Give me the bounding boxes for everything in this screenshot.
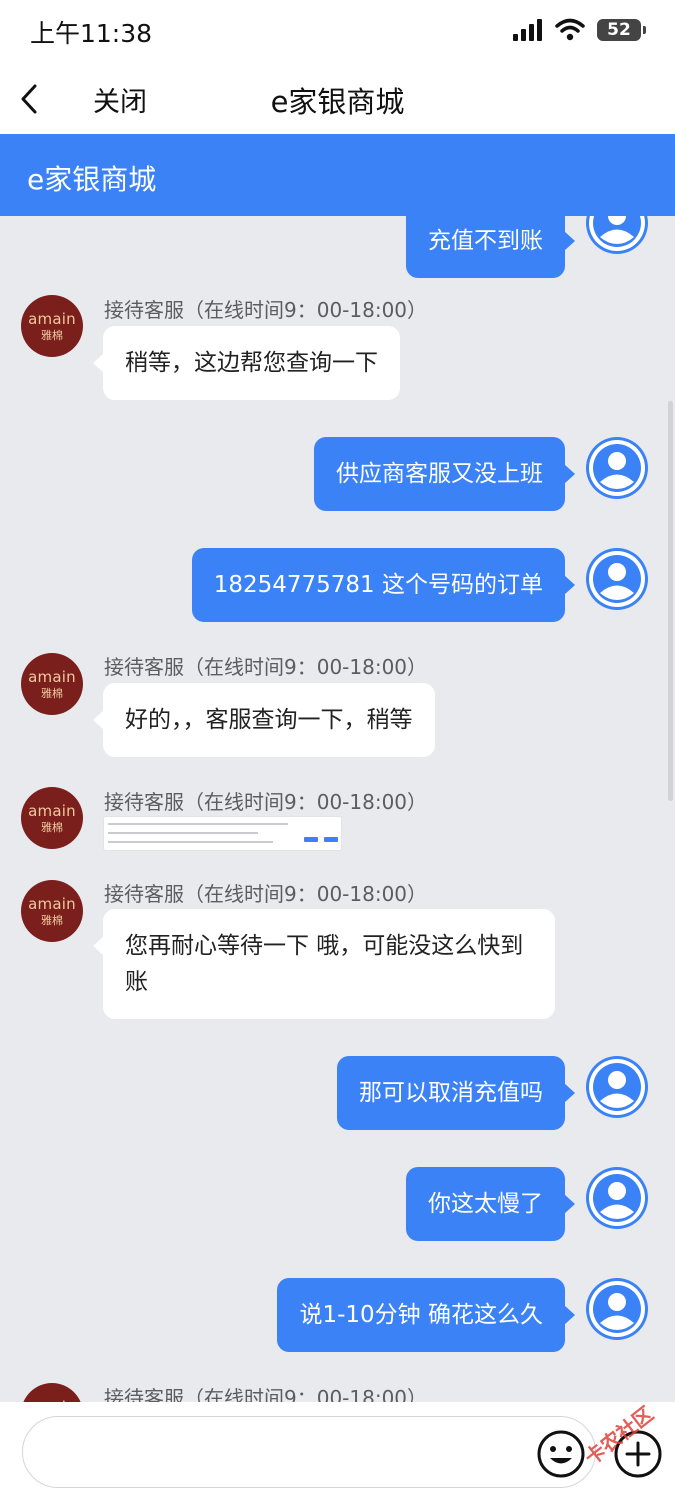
agent-avatar: amain 雅棉 xyxy=(21,880,83,942)
agent-name: 接待客服（在线时间9：00-18:00） xyxy=(104,298,428,322)
user-icon xyxy=(589,551,645,607)
battery-level: 52 xyxy=(607,20,631,40)
user-message-bubble: 充值不到账 xyxy=(406,216,575,278)
user-avatar xyxy=(586,1167,648,1229)
chat-header: e家银商城 xyxy=(0,134,675,216)
avatar-brand: amain xyxy=(28,667,76,686)
agent-avatar: amain 雅棉 xyxy=(21,653,83,715)
avatar-brand: amain xyxy=(28,309,76,328)
scrollbar[interactable] xyxy=(668,401,673,801)
avatar-brand-cn: 雅棉 xyxy=(41,328,63,342)
user-icon xyxy=(589,1059,645,1115)
nav-bar: 关闭 e家银商城 xyxy=(0,64,675,134)
user-icon xyxy=(589,1281,645,1337)
user-icon xyxy=(589,1170,645,1226)
avatar-brand: amain xyxy=(28,894,76,913)
user-avatar xyxy=(586,216,648,254)
user-message-bubble: 你这太慢了 xyxy=(406,1167,575,1241)
user-icon xyxy=(589,216,645,251)
user-message-bubble: 18254775781 这个号码的订单 xyxy=(191,548,576,622)
agent-name: 接待客服（在线时间9：00-18:00） xyxy=(104,1386,428,1402)
agent-avatar: amain 雅棉 xyxy=(21,1383,83,1402)
signal-icon xyxy=(513,19,542,41)
message-input-bar xyxy=(0,1402,675,1500)
user-message-bubble: 说1-10分钟 确花这么久 xyxy=(277,1278,575,1352)
emoji-button[interactable] xyxy=(536,1429,586,1479)
agent-message-bubble: 稍等，这边帮您查询一下 xyxy=(93,326,400,400)
chat-header-title: e家银商城 xyxy=(27,163,157,196)
user-message-bubble: 那可以取消充值吗 xyxy=(337,1056,575,1130)
status-icons: 52 xyxy=(513,18,646,42)
agent-name: 接待客服（在线时间9：00-18:00） xyxy=(104,655,428,679)
agent-avatar: amain 雅棉 xyxy=(21,787,83,849)
agent-message-bubble: 您再耐心等待一下 哦，可能没这么快到账 xyxy=(93,909,555,1019)
wifi-icon xyxy=(555,18,585,41)
user-message-bubble: 供应商客服又没上班 xyxy=(314,437,575,511)
avatar-brand-cn: 雅棉 xyxy=(41,820,63,834)
avatar-brand: amain xyxy=(28,801,76,820)
agent-name: 接待客服（在线时间9：00-18:00） xyxy=(104,882,428,906)
agent-avatar: amain 雅棉 xyxy=(21,295,83,357)
agent-name: 接待客服（在线时间9：00-18:00） xyxy=(104,790,428,814)
battery-icon: 52 xyxy=(597,19,646,41)
user-avatar xyxy=(586,548,648,610)
avatar-brand-cn: 雅棉 xyxy=(41,686,63,700)
image-message-thumbnail[interactable] xyxy=(103,816,342,851)
smiley-icon xyxy=(537,1430,585,1478)
status-time: 上午11:38 xyxy=(30,19,153,48)
agent-message-bubble: 好的，，客服查询一下，稍等 xyxy=(93,683,435,757)
user-icon xyxy=(589,440,645,496)
status-bar: 上午11:38 52 xyxy=(0,0,675,64)
user-avatar xyxy=(586,1056,648,1118)
user-avatar xyxy=(586,1278,648,1340)
user-avatar xyxy=(586,437,648,499)
message-input[interactable] xyxy=(22,1416,596,1488)
page-title: e家银商城 xyxy=(270,85,405,119)
avatar-brand-cn: 雅棉 xyxy=(41,913,63,927)
chat-message-list[interactable]: 充值不到账 amain 雅棉 接待客服（在线时间9：00-18:00） 稍等，这… xyxy=(0,216,675,1402)
